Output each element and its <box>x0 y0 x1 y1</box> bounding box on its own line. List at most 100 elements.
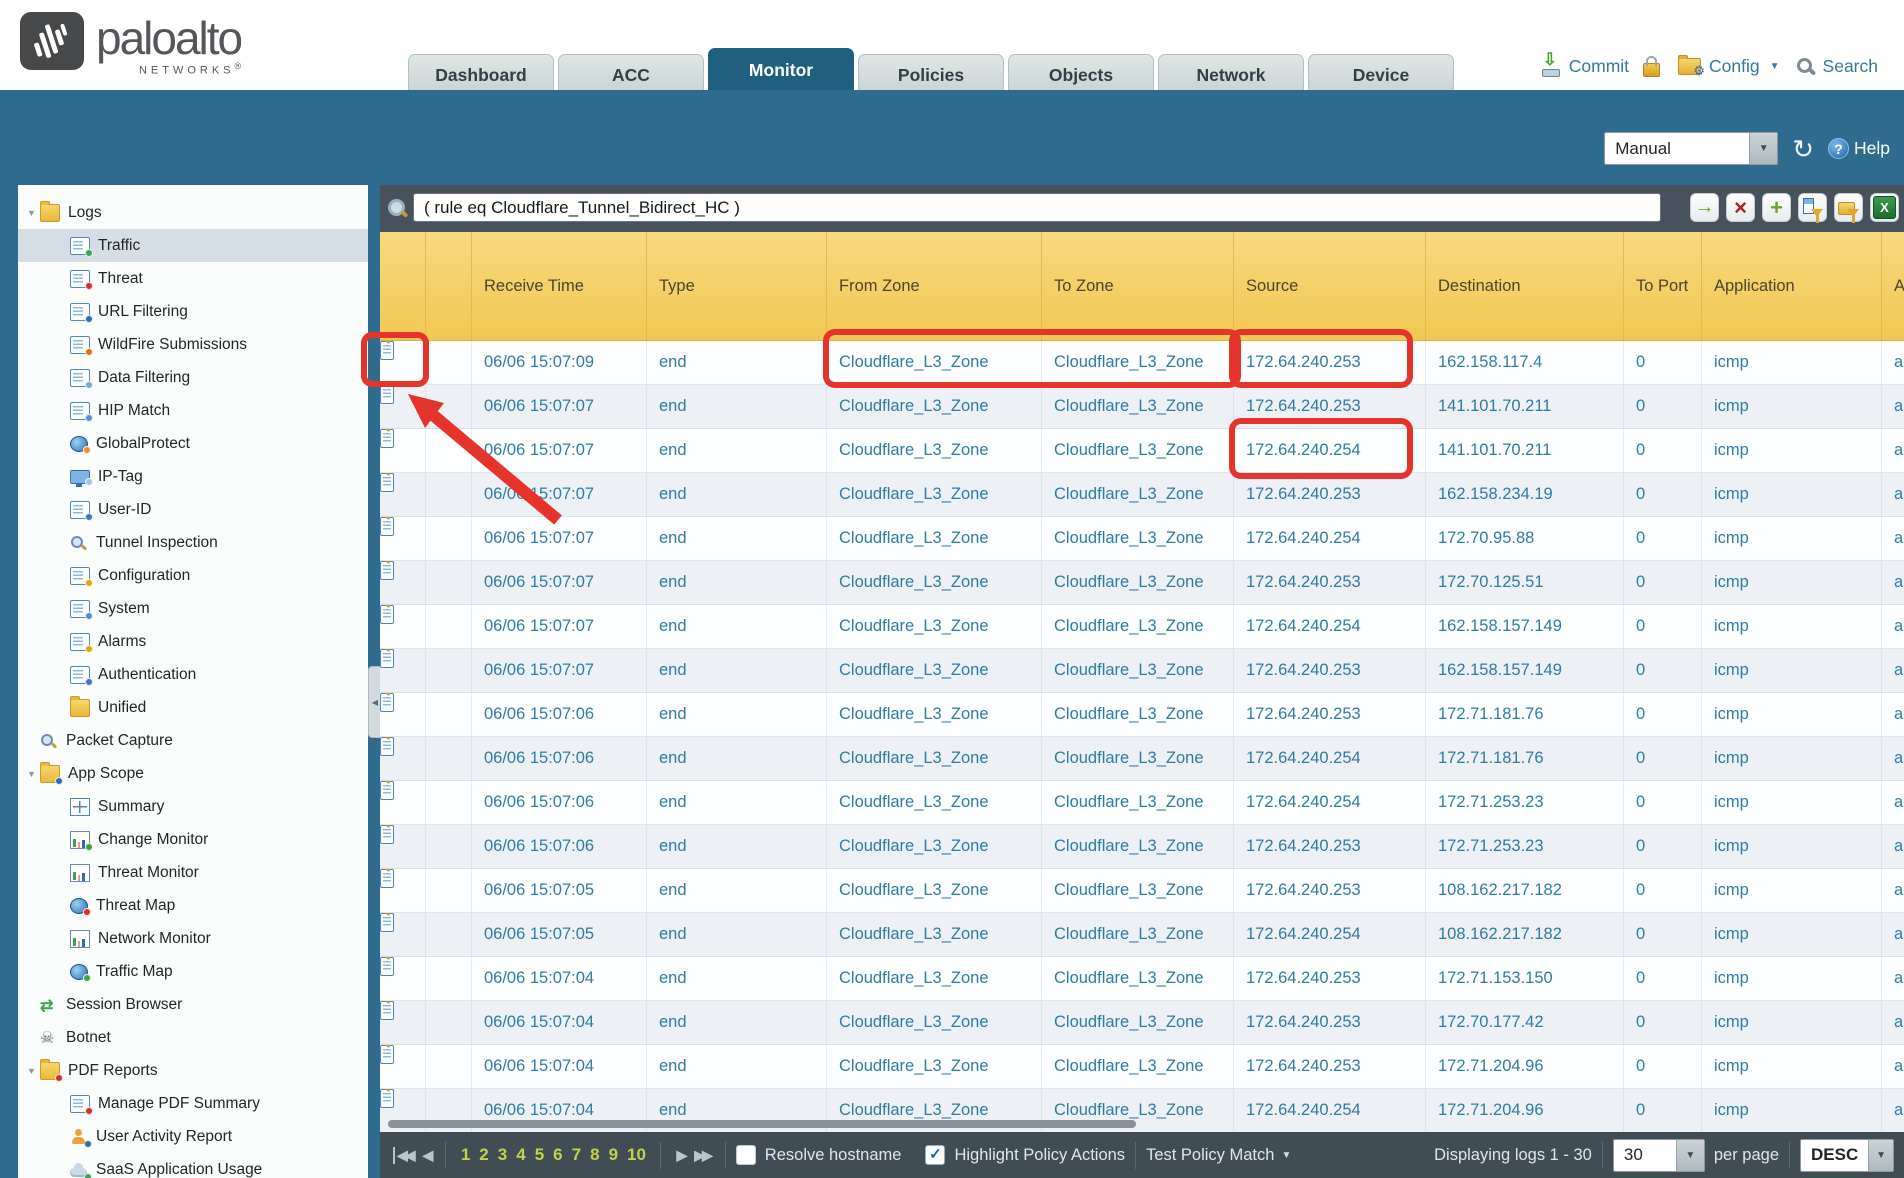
cell-to-port[interactable]: 0 <box>1624 957 1702 1001</box>
cell-receive-time[interactable]: 06/06 15:07:07 <box>472 561 647 605</box>
sidebar-item-threat[interactable]: Threat <box>18 262 368 295</box>
cell-to-port[interactable]: 0 <box>1624 693 1702 737</box>
cell-destination[interactable]: 172.71.181.76 <box>1426 693 1624 737</box>
sidebar-item-system[interactable]: System <box>18 592 368 625</box>
tab-device[interactable]: Device <box>1308 54 1454 94</box>
cell-action[interactable]: a <box>1882 385 1904 429</box>
cell-from-zone[interactable]: Cloudflare_L3_Zone <box>827 649 1042 693</box>
next-page-button[interactable]: ▶ <box>676 1147 684 1164</box>
cell-source[interactable]: 172.64.240.253 <box>1234 649 1426 693</box>
sidebar-item-botnet[interactable]: Botnet <box>18 1021 368 1054</box>
log-row[interactable]: 06/06 15:07:06endCloudflare_L3_ZoneCloud… <box>380 825 1904 869</box>
tab-network[interactable]: Network <box>1158 54 1304 94</box>
log-row[interactable]: 06/06 15:07:06endCloudflare_L3_ZoneCloud… <box>380 737 1904 781</box>
cell-receive-time[interactable]: 06/06 15:07:04 <box>472 1001 647 1045</box>
chevron-down-icon[interactable]: ▼ <box>1749 133 1777 164</box>
cell-action[interactable]: a <box>1882 473 1904 517</box>
export-to-csv-button[interactable]: X <box>1870 193 1899 222</box>
log-row[interactable]: 06/06 15:07:06endCloudflare_L3_ZoneCloud… <box>380 781 1904 825</box>
page-number-7[interactable]: 7 <box>572 1145 581 1164</box>
page-number-8[interactable]: 8 <box>590 1145 599 1164</box>
cell-destination[interactable]: 162.158.117.4 <box>1426 341 1624 385</box>
log-row[interactable]: 06/06 15:07:09endCloudflare_L3_ZoneCloud… <box>380 341 1904 385</box>
cell-destination[interactable]: 141.101.70.211 <box>1426 429 1624 473</box>
column-header-receive-time[interactable]: Receive Time <box>472 232 647 340</box>
page-number-2[interactable]: 2 <box>479 1145 488 1164</box>
commit-button[interactable]: Commit <box>1569 56 1629 77</box>
cell-to-zone[interactable]: Cloudflare_L3_Zone <box>1042 825 1234 869</box>
tab-acc[interactable]: ACC <box>558 54 704 94</box>
cell-to-port[interactable]: 0 <box>1624 781 1702 825</box>
cell-type[interactable]: end <box>647 957 827 1001</box>
sidebar-item-change-monitor[interactable]: Change Monitor <box>18 823 368 856</box>
log-row[interactable]: 06/06 15:07:07endCloudflare_L3_ZoneCloud… <box>380 385 1904 429</box>
cell-source[interactable]: 172.64.240.253 <box>1234 1045 1426 1089</box>
sidebar-item-traffic-map[interactable]: Traffic Map <box>18 955 368 988</box>
cell-type[interactable]: end <box>647 781 827 825</box>
cell-application[interactable]: icmp <box>1702 1045 1882 1089</box>
column-header-to-zone[interactable]: To Zone <box>1042 232 1234 340</box>
save-filter-button[interactable] <box>1834 193 1863 222</box>
cell-action[interactable]: a <box>1882 341 1904 385</box>
cell-source[interactable]: 172.64.240.253 <box>1234 1001 1426 1045</box>
previous-page-button[interactable]: ◀ <box>423 1147 431 1164</box>
cell-to-port[interactable]: 0 <box>1624 341 1702 385</box>
cell-application[interactable]: icmp <box>1702 605 1882 649</box>
tab-dashboard[interactable]: Dashboard <box>408 54 554 94</box>
cell-action[interactable]: a <box>1882 781 1904 825</box>
page-number-9[interactable]: 9 <box>609 1145 618 1164</box>
cell-destination[interactable]: 162.158.157.149 <box>1426 649 1624 693</box>
cell-application[interactable]: icmp <box>1702 649 1882 693</box>
cell-to-zone[interactable]: Cloudflare_L3_Zone <box>1042 429 1234 473</box>
cell-to-zone[interactable]: Cloudflare_L3_Zone <box>1042 649 1234 693</box>
cell-to-zone[interactable]: Cloudflare_L3_Zone <box>1042 1045 1234 1089</box>
cell-to-zone[interactable]: Cloudflare_L3_Zone <box>1042 737 1234 781</box>
cell-type[interactable]: end <box>647 429 827 473</box>
cell-source[interactable]: 172.64.240.253 <box>1234 693 1426 737</box>
cell-application[interactable]: icmp <box>1702 913 1882 957</box>
cell-receive-time[interactable]: 06/06 15:07:06 <box>472 737 647 781</box>
clear-filter-button[interactable]: × <box>1726 193 1755 222</box>
cell-application[interactable]: icmp <box>1702 693 1882 737</box>
page-number-5[interactable]: 5 <box>535 1145 544 1164</box>
cell-application[interactable]: icmp <box>1702 781 1882 825</box>
log-row[interactable]: 06/06 15:07:07endCloudflare_L3_ZoneCloud… <box>380 473 1904 517</box>
cell-source[interactable]: 172.64.240.253 <box>1234 561 1426 605</box>
cell-to-port[interactable]: 0 <box>1624 429 1702 473</box>
log-row[interactable]: 06/06 15:07:07endCloudflare_L3_ZoneCloud… <box>380 561 1904 605</box>
cell-from-zone[interactable]: Cloudflare_L3_Zone <box>827 561 1042 605</box>
cell-type[interactable]: end <box>647 517 827 561</box>
cell-action[interactable]: a <box>1882 825 1904 869</box>
first-page-button[interactable]: ◀◀ <box>393 1147 413 1164</box>
sidebar-item-manage-pdf-summary[interactable]: Manage PDF Summary <box>18 1087 368 1120</box>
sidebar-item-url-filtering[interactable]: URL Filtering <box>18 295 368 328</box>
cell-destination[interactable]: 172.71.204.96 <box>1426 1089 1624 1133</box>
refresh-icon[interactable]: ↻ <box>1792 136 1814 162</box>
sidebar-item-pdf-reports[interactable]: ▼PDF Reports <box>18 1054 368 1087</box>
cell-action[interactable]: a <box>1882 1089 1904 1133</box>
column-header-to-port[interactable]: To Port <box>1624 232 1702 340</box>
cell-source[interactable]: 172.64.240.254 <box>1234 1089 1426 1133</box>
cell-receive-time[interactable]: 06/06 15:07:06 <box>472 825 647 869</box>
cell-to-zone[interactable]: Cloudflare_L3_Zone <box>1042 473 1234 517</box>
log-row[interactable]: 06/06 15:07:06endCloudflare_L3_ZoneCloud… <box>380 693 1904 737</box>
log-row[interactable]: 06/06 15:07:07endCloudflare_L3_ZoneCloud… <box>380 517 1904 561</box>
config-menu-button[interactable]: Config <box>1709 56 1760 77</box>
cell-from-zone[interactable]: Cloudflare_L3_Zone <box>827 517 1042 561</box>
cell-receive-time[interactable]: 06/06 15:07:06 <box>472 693 647 737</box>
log-row[interactable]: 06/06 15:07:05endCloudflare_L3_ZoneCloud… <box>380 869 1904 913</box>
cell-receive-time[interactable]: 06/06 15:07:07 <box>472 517 647 561</box>
last-page-button[interactable]: ▶▶ <box>694 1147 710 1164</box>
cell-from-zone[interactable]: Cloudflare_L3_Zone <box>827 473 1042 517</box>
log-row[interactable]: 06/06 15:07:04endCloudflare_L3_ZoneCloud… <box>380 1001 1904 1045</box>
apply-filter-button[interactable]: → <box>1690 193 1719 222</box>
cell-application[interactable]: icmp <box>1702 1089 1882 1133</box>
sidebar-item-ip-tag[interactable]: IP-Tag <box>18 460 368 493</box>
sidebar-item-threat-monitor[interactable]: Threat Monitor <box>18 856 368 889</box>
sidebar-item-user-id[interactable]: User-ID <box>18 493 368 526</box>
sidebar-item-data-filtering[interactable]: Data Filtering <box>18 361 368 394</box>
cell-destination[interactable]: 108.162.217.182 <box>1426 869 1624 913</box>
cell-to-zone[interactable]: Cloudflare_L3_Zone <box>1042 1001 1234 1045</box>
cell-action[interactable]: a <box>1882 1045 1904 1089</box>
cell-from-zone[interactable]: Cloudflare_L3_Zone <box>827 605 1042 649</box>
